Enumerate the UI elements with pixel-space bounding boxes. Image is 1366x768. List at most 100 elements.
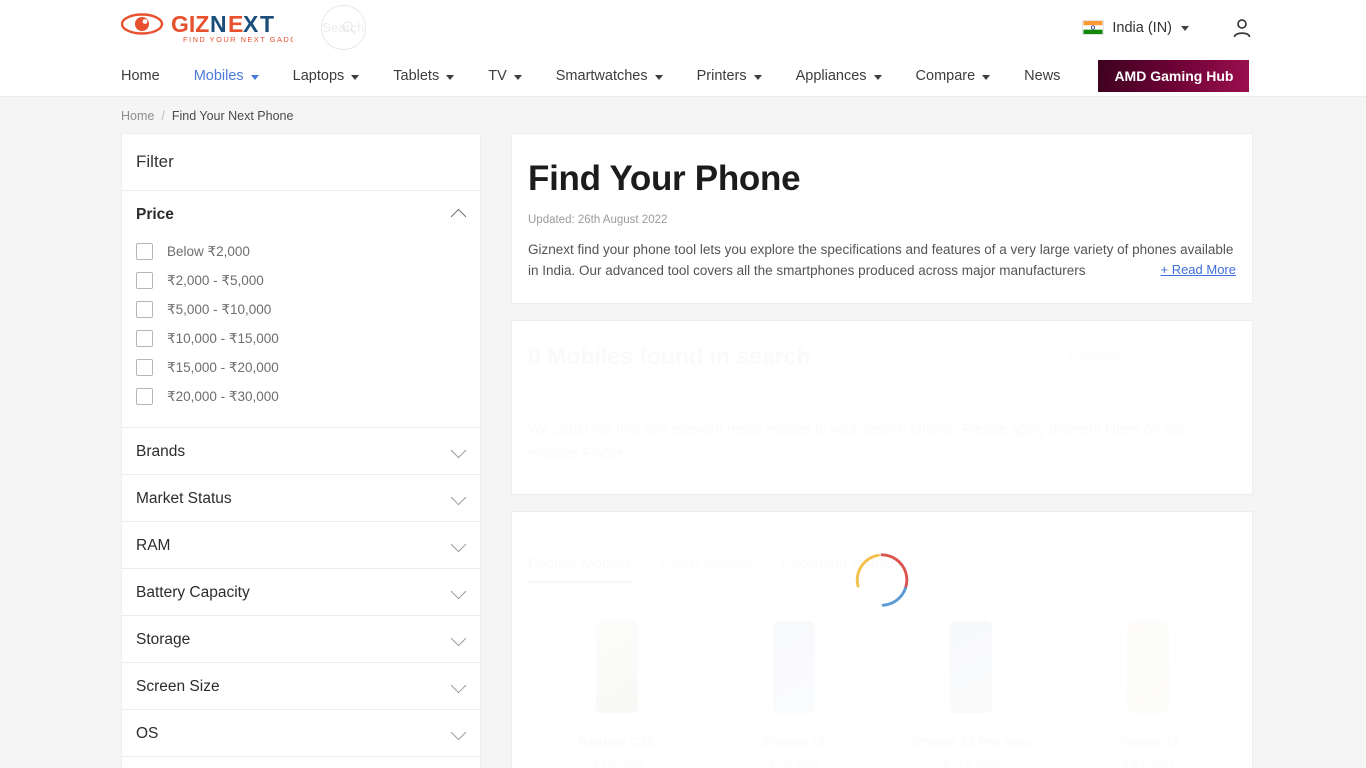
filter-section-battery-capacity: Battery Capacity	[122, 569, 480, 616]
site-logo[interactable]: GIZ N E X T FIND YOUR NEXT GADGET	[121, 11, 293, 45]
phone-card[interactable]: Realme C35 ₹13,300	[528, 620, 705, 768]
chevron-down-icon	[753, 75, 762, 80]
page-title: Find Your Phone	[528, 159, 801, 198]
chevron-down-icon	[982, 75, 991, 80]
main-navigation: Home Mobiles Laptops Tablets TV Smartwatches P…	[0, 55, 1366, 97]
phone-price: ₹119,900	[941, 756, 1000, 768]
nav-item-home[interactable]: Home	[121, 68, 160, 84]
price-filter-option[interactable]: ₹2,000 - ₹5,000	[122, 266, 480, 295]
filter-section-price-title: Price	[136, 206, 174, 223]
nav-item-news[interactable]: News	[1024, 68, 1060, 84]
search-input[interactable]: Search	[321, 5, 366, 50]
phone-card[interactable]: iPhone 13 Pro Max ₹119,900	[882, 620, 1059, 768]
filter-section-header[interactable]: Screen Size	[122, 663, 480, 709]
nav-item-label: News	[1024, 68, 1061, 84]
phone-price: ₹13,300	[590, 756, 643, 768]
person-icon[interactable]	[1231, 17, 1253, 39]
nav-item-label: Smartwatches	[555, 68, 648, 84]
nav-item-appliances[interactable]: Appliances	[796, 68, 882, 84]
country-selector[interactable]: India (IN)	[1082, 20, 1189, 36]
breadcrumb-separator: /	[161, 109, 165, 123]
svg-text:T: T	[260, 11, 274, 37]
filter-section-market-status: Market Status	[122, 475, 480, 522]
chevron-down-icon	[450, 630, 467, 646]
popular-phones-card: Popular Mobiles Latest Mobiles Upcoming Mo…	[511, 510, 1253, 768]
site-header: GIZ N E X T FIND YOUR NEXT GADGET Search	[0, 0, 1366, 55]
price-filter-option[interactable]: ₹20,000 - ₹30,000	[122, 382, 480, 411]
filter-section-title: Storage	[136, 631, 191, 648]
svg-text:E: E	[228, 11, 243, 37]
chevron-down-icon	[654, 75, 663, 80]
nav-item-tablets[interactable]: Tablets	[393, 68, 455, 84]
price-filter-label: ₹5,000 - ₹10,000	[167, 301, 272, 317]
svg-text:GIZ: GIZ	[171, 11, 209, 37]
chevron-down-icon	[450, 724, 467, 740]
nav-item-label: Tablets	[393, 68, 440, 84]
search-icon	[342, 21, 357, 36]
tab-latest-mobiles[interactable]: Latest Mobiles	[660, 556, 754, 583]
breadcrumb-home[interactable]: Home	[121, 109, 154, 123]
filter-section-price-header[interactable]: Price	[122, 191, 480, 237]
nav-item-label: Mobiles	[193, 68, 244, 84]
chevron-down-icon	[450, 583, 467, 599]
chevron-down-icon	[450, 442, 467, 458]
chevron-up-icon	[450, 208, 467, 225]
empty-results-message: We could not find any relevant result re…	[528, 421, 1186, 462]
sort-dropdown[interactable]: Popularity	[1064, 343, 1236, 370]
price-filter-label: ₹20,000 - ₹30,000	[167, 388, 279, 404]
tab-popular-mobiles[interactable]: Popular Mobiles	[528, 556, 632, 583]
filter-section-header[interactable]: OS	[122, 710, 480, 756]
filter-section-header[interactable]: RAM	[122, 522, 480, 568]
filter-section-ram: RAM	[122, 522, 480, 569]
amd-gaming-hub-button[interactable]: AMD Gaming Hub	[1098, 60, 1250, 92]
filter-sidebar: Filter Price Below ₹2,000 ₹2,000 - ₹5,000…	[121, 133, 481, 768]
chevron-down-icon	[351, 75, 360, 80]
price-filter-label: Below ₹2,000	[167, 243, 250, 259]
country-label: India (IN)	[1112, 19, 1172, 36]
checkbox[interactable]	[136, 388, 153, 405]
checkbox[interactable]	[136, 243, 153, 260]
phone-name: Realme C35	[578, 734, 655, 750]
results-count-title: 0 Mobiles found in search	[528, 342, 811, 369]
filter-section-storage: Storage	[122, 616, 480, 663]
price-filter-option[interactable]: ₹5,000 - ₹10,000	[122, 295, 480, 324]
chevron-down-icon	[450, 489, 467, 505]
svg-text:FIND YOUR NEXT GADGET: FIND YOUR NEXT GADGET	[183, 35, 293, 44]
chevron-down-icon	[450, 677, 467, 693]
price-filter-option[interactable]: Below ₹2,000	[122, 237, 480, 266]
nav-item-tv[interactable]: TV	[488, 68, 522, 84]
phone-price: ₹73,900	[767, 756, 820, 768]
read-more-link[interactable]: + Read More	[1150, 259, 1236, 281]
phone-thumbnail	[949, 620, 992, 713]
price-filter-option[interactable]: ₹15,000 - ₹20,000	[122, 353, 480, 382]
chevron-down-icon	[1181, 26, 1189, 31]
nav-item-laptops[interactable]: Laptops	[293, 68, 360, 84]
filter-section-header[interactable]: Market Status	[122, 475, 480, 521]
filter-section-header[interactable]: Storage	[122, 616, 480, 662]
phone-card[interactable]: iPhone 13 ₹73,900	[705, 620, 882, 768]
filter-panel-title: Filter	[122, 134, 480, 191]
price-filter-option[interactable]: ₹10,000 - ₹15,000	[122, 324, 480, 353]
svg-text:N: N	[210, 11, 227, 37]
filter-section-header[interactable]: Brands	[122, 428, 480, 474]
nav-item-printers[interactable]: Printers	[697, 68, 762, 84]
phone-card[interactable]: iPhone 14 ₹41,990	[1059, 620, 1236, 768]
nav-item-smartwatches[interactable]: Smartwatches	[556, 68, 663, 84]
results-card: 0 Mobiles found in search Popularity We …	[511, 319, 1253, 495]
checkbox[interactable]	[136, 301, 153, 318]
filter-section-price: Price Below ₹2,000 ₹2,000 - ₹5,000 ₹5,000 …	[122, 191, 480, 428]
nav-item-label: TV	[488, 68, 507, 84]
phone-name: iPhone 14	[1115, 734, 1180, 750]
checkbox[interactable]	[136, 272, 153, 289]
nav-item-mobiles[interactable]: Mobiles	[194, 68, 259, 84]
nav-item-compare[interactable]: Compare	[916, 68, 991, 84]
filter-section-title: OS	[136, 725, 159, 742]
filter-section-header[interactable]: Battery Capacity	[122, 569, 480, 615]
chevron-down-icon	[446, 75, 455, 80]
checkbox[interactable]	[136, 359, 153, 376]
nav-item-label: Appliances	[795, 68, 867, 84]
checkbox[interactable]	[136, 330, 153, 347]
phone-name: iPhone 13	[761, 734, 826, 750]
page-description: Giznext find your phone tool lets you ex…	[528, 239, 1236, 281]
phone-thumbnail	[1126, 620, 1169, 713]
